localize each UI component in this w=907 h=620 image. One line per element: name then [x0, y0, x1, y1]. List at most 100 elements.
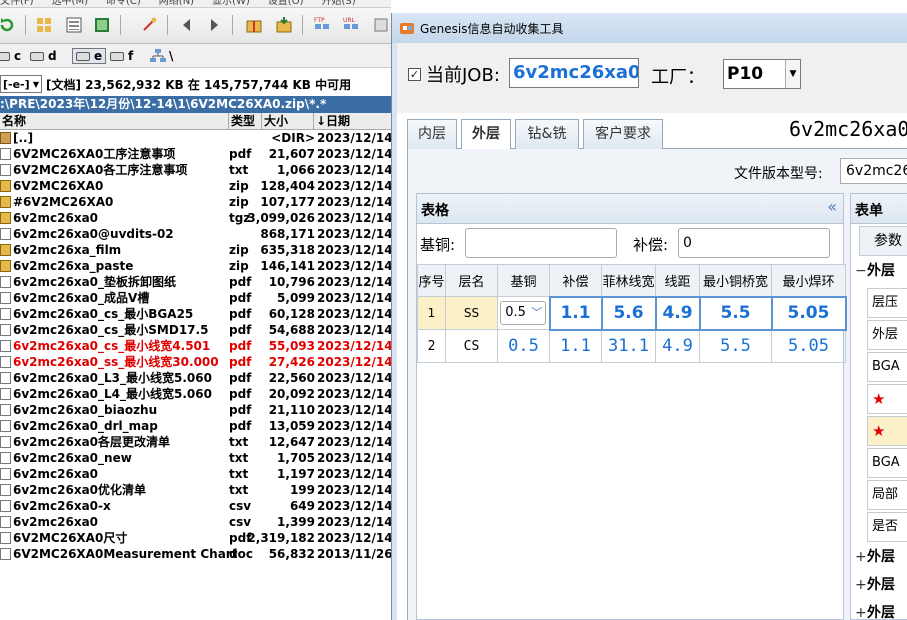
- cell-spacing[interactable]: 4.9: [655, 329, 700, 363]
- base-copper-select[interactable]: 0.5 ﹀: [500, 301, 547, 325]
- url-connect-icon[interactable]: URL: [340, 14, 362, 36]
- cell-no[interactable]: 2: [417, 329, 446, 363]
- file-row[interactable]: 6v2mc26xa0_cs_最小BGA25 pdf 60,128 2023/12/14: [0, 306, 393, 322]
- column-header-date[interactable]: ↓日期: [314, 113, 391, 130]
- column-header-base-copper[interactable]: 基铜: [497, 264, 550, 297]
- cell-compensation[interactable]: 1.1: [548, 295, 603, 331]
- file-row[interactable]: 6v2mc26xa0 txt 1,197 2023/12/14: [0, 466, 393, 482]
- cell-min-ring[interactable]: 5.05: [771, 329, 846, 363]
- file-version-input[interactable]: 6v2mc26xa0: [840, 158, 907, 184]
- pack-archive-icon[interactable]: [243, 14, 265, 36]
- file-row[interactable]: 6v2mc26xa0_ss_最小线宽30.000 pdf 27,426 2023/12…: [0, 354, 393, 370]
- property-item[interactable]: ★: [867, 416, 907, 446]
- table-row[interactable]: 2 CS 0.5 1.1 31.1 4.9 5.5 5.05: [417, 329, 846, 363]
- chevron-down-icon[interactable]: ﹀: [531, 302, 542, 324]
- property-item[interactable]: 外层: [867, 320, 907, 350]
- thumbnail-view-icon[interactable]: [91, 14, 113, 36]
- menu-item[interactable]: 网络(N): [159, 0, 194, 7]
- menu-item[interactable]: 选中(M): [52, 0, 88, 7]
- invert-selection-icon[interactable]: [138, 14, 160, 36]
- drive-button-e[interactable]: e: [72, 48, 107, 64]
- expand-icon[interactable]: +: [855, 549, 867, 565]
- file-row[interactable]: 6v2mc26xa0_成品V槽 pdf 5,099 2023/12/14: [0, 290, 393, 306]
- cell-min-ring[interactable]: 5.05: [770, 295, 847, 331]
- property-group[interactable]: +外层: [855, 574, 907, 600]
- column-header-spacing[interactable]: 线距: [655, 264, 700, 297]
- column-header-no[interactable]: 序号: [417, 264, 446, 297]
- drive-button-f[interactable]: f: [110, 48, 133, 64]
- file-row[interactable]: 6v2mc26xa0_L3_最小线宽5.060 pdf 22,560 2023/12/…: [0, 370, 393, 386]
- property-item[interactable]: 是否: [867, 512, 907, 542]
- ftp-connect-icon[interactable]: FTP: [311, 14, 333, 36]
- column-header-min-bridge[interactable]: 最小铜桥宽: [699, 264, 772, 297]
- drive-button-d[interactable]: d: [30, 48, 57, 64]
- property-group[interactable]: −外层: [855, 260, 907, 286]
- tab-drill-mill[interactable]: 钻&铣: [515, 119, 579, 149]
- cell-spacing[interactable]: 4.9: [654, 295, 701, 331]
- file-row[interactable]: 6V2MC26XA0各工序注意事项 txt 1,066 2023/12/14: [0, 162, 393, 178]
- refresh-icon[interactable]: [0, 14, 18, 36]
- file-row[interactable]: 6v2mc26xa0_垫板拆卸图纸 pdf 10,796 2023/12/14: [0, 274, 393, 290]
- property-item[interactable]: ★: [867, 384, 907, 414]
- cell-base-copper[interactable]: 0.5 ﹀: [497, 296, 550, 330]
- file-row[interactable]: 6v2mc26xa_paste zip 146,141 2023/12/14: [0, 258, 393, 274]
- column-header-compensation[interactable]: 补偿: [549, 264, 602, 297]
- file-row[interactable]: 6v2mc26xa0_cs_最小线宽4.501 pdf 55,093 2023/12/…: [0, 338, 393, 354]
- file-row[interactable]: 6V2MC26XA0尺寸 pdf 2,319,182 2023/12/14: [0, 530, 393, 546]
- file-row[interactable]: 6v2mc26xa0@uvdits-02 868,171 2023/12/14: [0, 226, 393, 242]
- file-row[interactable]: 6v2mc26xa0_cs_最小SMD17.5 pdf 54,688 2023/12/…: [0, 322, 393, 338]
- cell-no[interactable]: 1: [417, 296, 446, 330]
- file-row[interactable]: #6V2MC26XA0 zip 107,177 2023/12/14: [0, 194, 393, 210]
- column-header-min-ring[interactable]: 最小焊环: [771, 264, 846, 297]
- column-header-film-width[interactable]: 菲林线宽: [601, 264, 656, 297]
- unpack-archive-icon[interactable]: [273, 14, 295, 36]
- expand-icon[interactable]: +: [855, 605, 867, 620]
- toolbar-extra-icon[interactable]: [370, 14, 392, 36]
- cell-film-width[interactable]: 31.1: [601, 329, 656, 363]
- file-row[interactable]: 6v2mc26xa0 tgz 3,099,026 2023/12/14: [0, 210, 393, 226]
- cell-compensation[interactable]: 1.1: [549, 329, 602, 363]
- menu-item[interactable]: 命令(C): [106, 0, 141, 7]
- property-item[interactable]: 层压: [867, 288, 907, 318]
- column-header-size[interactable]: 大小: [262, 113, 314, 130]
- collapse-icon[interactable]: «: [827, 197, 837, 216]
- file-row[interactable]: 6V2MC26XA0工序注意事项 pdf 21,607 2023/12/14: [0, 146, 393, 162]
- menu-item[interactable]: 文件(F): [0, 0, 34, 7]
- property-item[interactable]: BGA: [867, 448, 907, 478]
- menu-item[interactable]: 开始(S): [321, 0, 355, 7]
- cell-layer[interactable]: CS: [445, 329, 498, 363]
- file-row[interactable]: 6V2MC26XA0 zip 128,404 2023/12/14: [0, 178, 393, 194]
- form-column-header[interactable]: 参数: [859, 226, 907, 256]
- cell-film-width[interactable]: 5.6: [600, 295, 657, 331]
- detail-view-icon[interactable]: [63, 14, 85, 36]
- menu-item[interactable]: 设置(O): [268, 0, 304, 7]
- table-row[interactable]: 1 SS 0.5 ﹀ 1.1 5.6 4.9 5.5 5.05: [417, 295, 847, 331]
- file-row[interactable]: 6v2mc26xa0各层更改清单 txt 12,647 2023/12/14: [0, 434, 393, 450]
- property-item[interactable]: BGA: [867, 352, 907, 382]
- property-group[interactable]: +外层: [855, 602, 907, 620]
- cell-min-bridge[interactable]: 5.5: [698, 295, 773, 331]
- file-row[interactable]: 6v2mc26xa0优化清单 txt 199 2023/12/14: [0, 482, 393, 498]
- tab-outer-layer[interactable]: 外层: [461, 119, 511, 150]
- file-row[interactable]: 6v2mc26xa0 csv 1,399 2023/12/14: [0, 514, 393, 530]
- factory-select[interactable]: P10 ▼: [723, 59, 801, 89]
- menu-item[interactable]: 显示(W): [212, 0, 250, 7]
- property-item[interactable]: 局部: [867, 480, 907, 510]
- column-header-type[interactable]: 类型: [229, 113, 262, 130]
- chevron-down-icon[interactable]: ▼: [785, 60, 800, 88]
- file-row[interactable]: [..] <DIR> 2023/12/14: [0, 130, 393, 146]
- current-job-input[interactable]: 6v2mc26xa0: [509, 58, 639, 88]
- current-path[interactable]: :\PRE\2023年\12月份\12-14\1\6V2MC26XA0.zip\…: [0, 96, 391, 113]
- file-row[interactable]: 6v2mc26xa0_drl_map pdf 13,059 2023/12/14: [0, 418, 393, 434]
- forward-icon[interactable]: [203, 14, 225, 36]
- cell-min-bridge[interactable]: 5.5: [699, 329, 772, 363]
- column-header-layer[interactable]: 层名: [445, 264, 498, 297]
- file-row[interactable]: 6v2mc26xa0_L4_最小线宽5.060 pdf 20,092 2023/12/…: [0, 386, 393, 402]
- column-header-name[interactable]: 名称: [0, 113, 229, 130]
- brief-view-icon[interactable]: [33, 14, 55, 36]
- current-job-checkbox[interactable]: ✓: [408, 68, 421, 81]
- file-row[interactable]: 6v2mc26xa_film zip 635,318 2023/12/14: [0, 242, 393, 258]
- file-row[interactable]: 6v2mc26xa0_new txt 1,705 2023/12/14: [0, 450, 393, 466]
- tab-customer-requirements[interactable]: 客户要求: [583, 119, 663, 149]
- file-row[interactable]: 6V2MC26XA0Measurement Chart doc 56,832 2013…: [0, 546, 393, 562]
